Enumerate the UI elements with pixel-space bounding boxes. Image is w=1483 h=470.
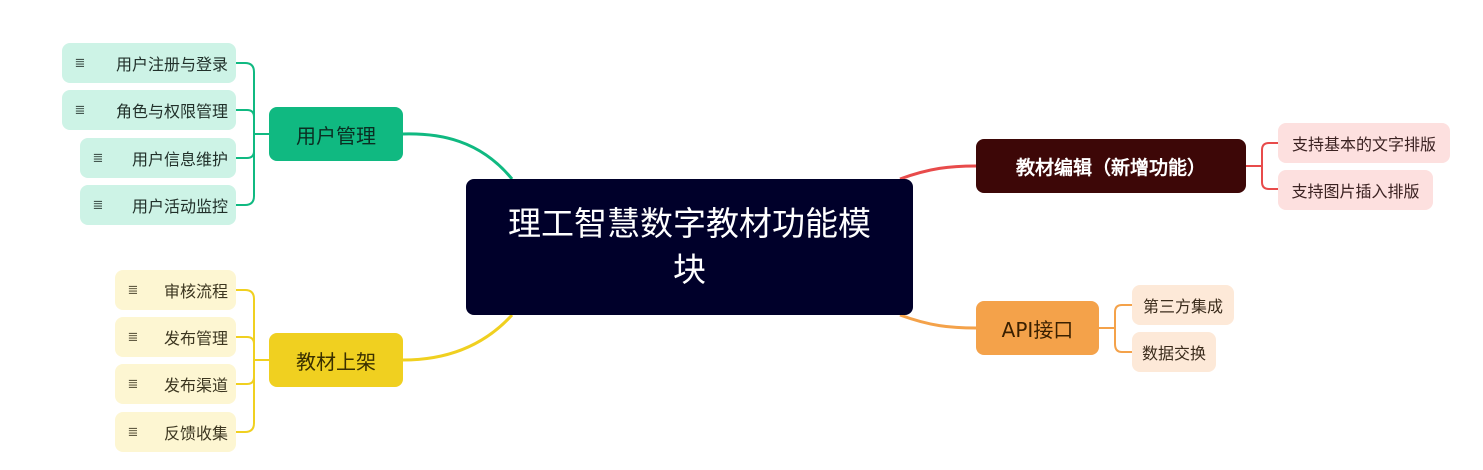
leaf-label: 用户注册与登录 [115,55,228,74]
leaf-label: 数据交换 [1141,344,1206,363]
leaf-user-2[interactable]: ≣ 角色与权限管理 [62,90,236,130]
branch-label: 教材编辑（新增功能） [1015,156,1206,179]
branch-label: 用户管理 [296,123,376,148]
leaf-shelf-1[interactable]: ≣ 审核流程 [115,270,236,310]
branch-textbook-editing[interactable]: 教材编辑（新增功能） [976,139,1246,193]
note-icon: ≣ [74,55,86,71]
root-title: 理工智慧数字教材功能模块 [508,204,871,289]
leaf-label: 反馈收集 [163,424,228,443]
leaf-shelf-3[interactable]: ≣ 发布渠道 [115,364,236,404]
leaf-shelf-4[interactable]: ≣ 反馈收集 [115,412,236,452]
leaf-label: 审核流程 [163,282,228,301]
note-icon: ≣ [127,424,139,440]
leaf-label: 支持图片插入排版 [1291,182,1420,201]
leaf-api-1[interactable]: 第三方集成 [1132,285,1234,325]
note-icon: ≣ [127,376,139,392]
branch-user-management[interactable]: 用户管理 [269,107,403,161]
root-topic[interactable]: 理工智慧数字教材功能模块 [466,179,913,315]
leaf-label: 发布管理 [163,329,228,348]
leaf-label: 用户信息维护 [131,150,228,169]
leaf-api-2[interactable]: 数据交换 [1132,332,1216,372]
note-icon: ≣ [92,150,104,166]
note-icon: ≣ [92,197,104,213]
connector-root-user [402,132,514,180]
connector-root-api [899,313,977,330]
note-icon: ≣ [74,102,86,118]
leaf-user-3[interactable]: ≣ 用户信息维护 [80,138,236,178]
branch-label: API接口 [1001,317,1074,342]
connector-root-shelf [402,313,514,362]
leaf-label: 发布渠道 [163,376,228,395]
leaf-shelf-2[interactable]: ≣ 发布管理 [115,317,236,357]
leaf-edit-2[interactable]: 支持图片插入排版 [1278,170,1433,210]
leaf-label: 用户活动监控 [131,197,228,216]
leaf-label: 第三方集成 [1142,297,1223,316]
note-icon: ≣ [127,329,139,345]
note-icon: ≣ [127,282,139,298]
leaf-label: 角色与权限管理 [115,102,228,121]
leaf-user-4[interactable]: ≣ 用户活动监控 [80,185,236,225]
branch-textbook-shelving[interactable]: 教材上架 [269,333,403,387]
leaf-label: 支持基本的文字排版 [1291,135,1436,154]
leaf-edit-1[interactable]: 支持基本的文字排版 [1278,123,1450,163]
connector-root-edit [899,164,977,181]
branch-api[interactable]: API接口 [976,301,1099,355]
leaf-user-1[interactable]: ≣ 用户注册与登录 [62,43,236,83]
branch-label: 教材上架 [296,349,376,374]
